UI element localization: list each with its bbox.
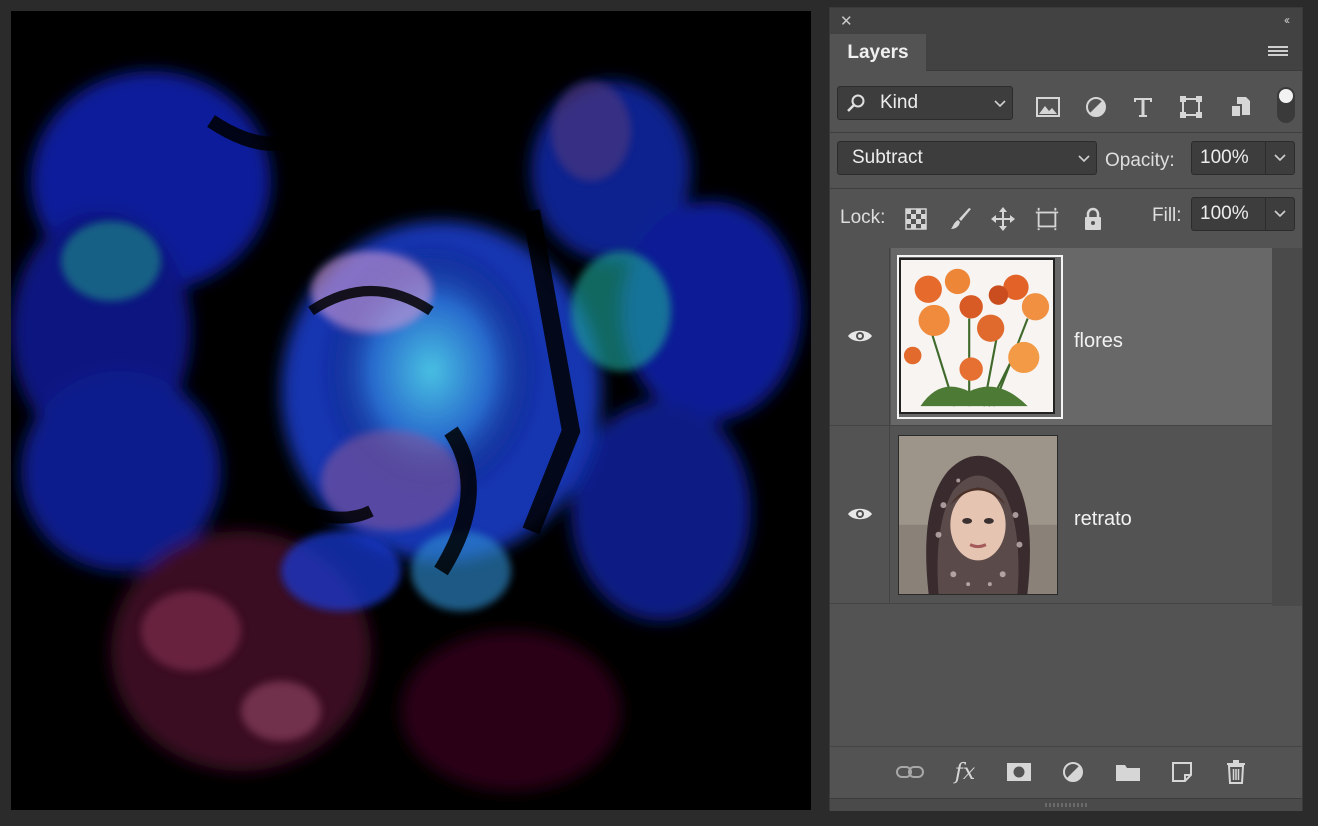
shape-layer-filter-icon[interactable] bbox=[1179, 96, 1203, 118]
layers-list: flores retrato bbox=[830, 248, 1272, 606]
lock-all-icon[interactable] bbox=[1080, 206, 1106, 232]
search-icon bbox=[846, 93, 866, 119]
layers-panel-footer: fx bbox=[830, 746, 1302, 797]
delete-layer-icon[interactable] bbox=[1222, 759, 1250, 785]
new-layer-icon[interactable] bbox=[1168, 759, 1196, 785]
layers-scrollbar[interactable] bbox=[1272, 248, 1302, 606]
new-adjustment-layer-icon[interactable] bbox=[1059, 759, 1087, 785]
panel-menu-icon[interactable] bbox=[1268, 46, 1288, 58]
smart-object-filter-icon[interactable] bbox=[1228, 96, 1252, 118]
chevron-down-icon bbox=[988, 96, 1012, 111]
opacity-field[interactable]: 100% bbox=[1191, 141, 1295, 175]
panel-resize-grip[interactable] bbox=[830, 798, 1302, 811]
adjustment-layer-filter-icon[interactable] bbox=[1084, 96, 1108, 118]
filter-kind-dropdown[interactable]: Kind bbox=[837, 86, 1013, 120]
layer-row-retrato[interactable]: retrato bbox=[830, 426, 1272, 604]
eye-icon[interactable] bbox=[847, 506, 873, 527]
eye-icon[interactable] bbox=[847, 328, 873, 349]
filter-toggle[interactable] bbox=[1277, 87, 1295, 123]
chevron-down-icon bbox=[1072, 151, 1096, 166]
chevron-down-icon[interactable] bbox=[1265, 198, 1294, 230]
composite-image bbox=[11, 11, 811, 810]
layer-filter-row: Kind bbox=[830, 82, 1302, 130]
opacity-value: 100% bbox=[1200, 147, 1249, 168]
panel-title-bar: ✕ ‹‹ bbox=[830, 8, 1302, 34]
layer-row-flores[interactable]: flores bbox=[830, 248, 1272, 426]
visibility-toggle[interactable] bbox=[830, 248, 890, 425]
lock-image-pixels-icon[interactable] bbox=[948, 206, 974, 232]
blend-mode-value: Subtract bbox=[852, 147, 923, 168]
fx-icon[interactable]: fx bbox=[951, 759, 979, 785]
lock-label: Lock: bbox=[840, 207, 886, 228]
fill-field[interactable]: 100% bbox=[1191, 197, 1295, 231]
lock-fill-row: Lock: Fill: 100% bbox=[830, 194, 1302, 242]
close-icon[interactable]: ✕ bbox=[840, 12, 853, 30]
chevron-down-icon[interactable] bbox=[1265, 142, 1294, 174]
layer-thumbnail-retrato[interactable] bbox=[898, 435, 1058, 595]
opacity-label: Opacity: bbox=[1105, 150, 1175, 171]
fill-label: Fill: bbox=[1152, 205, 1182, 226]
document-canvas[interactable] bbox=[11, 11, 811, 810]
layer-thumbnail-flores[interactable] bbox=[899, 258, 1055, 414]
lock-transparent-pixels-icon[interactable] bbox=[903, 206, 929, 232]
add-mask-icon[interactable] bbox=[1005, 759, 1033, 785]
link-layers-icon[interactable] bbox=[896, 759, 924, 785]
layers-panel: ✕ ‹‹ Layers Kind Subtract Opacity: 100% … bbox=[829, 7, 1303, 811]
lock-position-icon[interactable] bbox=[990, 206, 1016, 232]
blend-opacity-row: Subtract Opacity: 100% bbox=[830, 138, 1302, 186]
new-group-icon[interactable] bbox=[1114, 759, 1142, 785]
layer-name[interactable]: retrato bbox=[1074, 508, 1132, 531]
panel-tab-bar: Layers bbox=[830, 34, 1302, 71]
layer-name[interactable]: flores bbox=[1074, 330, 1123, 353]
fill-value: 100% bbox=[1200, 203, 1249, 224]
collapse-icon[interactable]: ‹‹ bbox=[1284, 13, 1290, 27]
lock-artboard-icon[interactable] bbox=[1034, 206, 1060, 232]
tab-layers[interactable]: Layers bbox=[830, 34, 926, 71]
visibility-toggle[interactable] bbox=[830, 426, 890, 603]
blend-mode-dropdown[interactable]: Subtract bbox=[837, 141, 1097, 175]
type-layer-filter-icon[interactable] bbox=[1131, 96, 1155, 118]
pixel-layer-filter-icon[interactable] bbox=[1036, 96, 1060, 118]
